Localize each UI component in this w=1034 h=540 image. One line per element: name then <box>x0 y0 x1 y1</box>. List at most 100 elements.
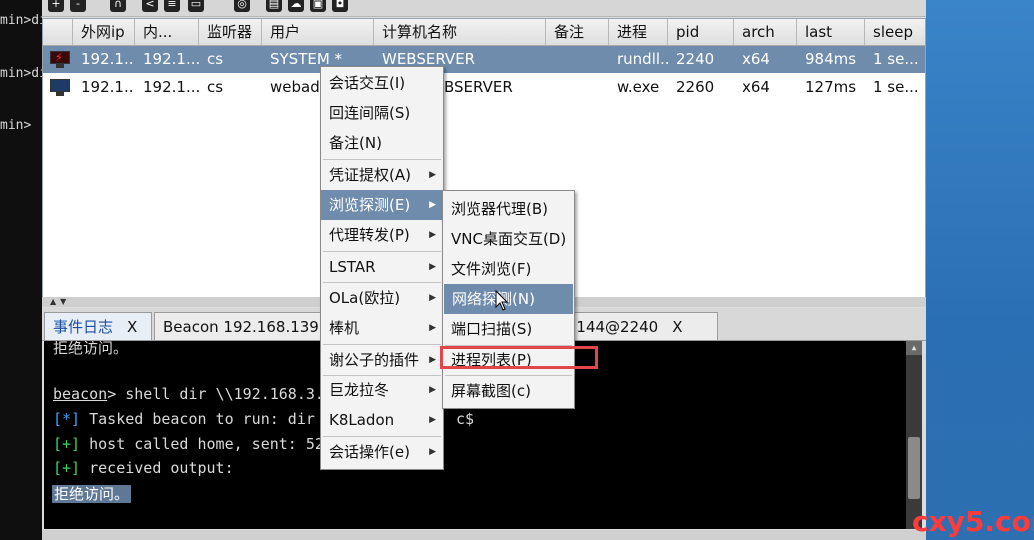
menu-item-vnc[interactable]: VNC桌面交互(D) <box>443 224 574 254</box>
menu-item-file-browser[interactable]: 文件浏览(F) <box>443 254 574 284</box>
console-scrollbar[interactable]: ▲ <box>906 341 922 529</box>
menu-item-access[interactable]: 凭证提权(A) ▶ <box>321 160 443 190</box>
menu-item-label: 会话操作(e) <box>329 443 410 461</box>
watermark: cxy5.com <box>912 505 1034 538</box>
submenu-arrow-icon: ▶ <box>429 447 436 457</box>
menu-item-label: 屏幕截图(c) <box>451 382 531 400</box>
mouse-cursor-icon <box>495 289 509 311</box>
tab-label: 事件日志 <box>53 318 114 336</box>
camera-icon[interactable]: ◘ <box>332 0 348 12</box>
column-header-last[interactable]: last <box>797 19 865 45</box>
monitor-icon[interactable]: ▭ <box>188 0 204 12</box>
share-icon[interactable]: < <box>142 0 158 12</box>
headphones-icon[interactable]: ∩ <box>110 0 126 12</box>
menu-item-explore[interactable]: 浏览探测(E) ▶ <box>321 190 443 220</box>
menu-item-k8ladon[interactable]: K8Ladon ▶ <box>321 405 443 435</box>
terminal-line: min>di <box>0 66 47 81</box>
cell-process: w.exe <box>617 78 660 96</box>
menu-item-label: 浏览器代理(B) <box>451 200 548 218</box>
menu-item-label: 网络探测(N) <box>452 290 535 308</box>
menu-item-sleep[interactable]: 回连间隔(S) <box>321 98 443 128</box>
submenu-arrow-icon: ▶ <box>429 385 436 395</box>
cell-listener: cs <box>207 78 224 96</box>
column-header-external-ip[interactable]: 外网ip <box>73 19 135 45</box>
cell-internal-ip: 192.1... <box>143 78 199 96</box>
line-text: Tasked beacon to run: dir \ <box>80 410 333 428</box>
submenu-arrow-icon: ▶ <box>429 355 436 365</box>
column-header-sleep[interactable]: sleep <box>865 19 925 45</box>
add-icon[interactable]: + <box>48 0 64 12</box>
session-context-menu: 会话交互(I) 回连间隔(S) 备注(N) 凭证提权(A) ▶ 浏览探测(E) ▶ … <box>320 66 444 470</box>
tab-event-log[interactable]: 事件日志 X <box>44 312 152 340</box>
menu-item-note[interactable]: 备注(N) <box>321 128 443 158</box>
submenu-arrow-icon: ▶ <box>429 170 436 180</box>
cell-internal-ip: 192.1... <box>143 50 199 68</box>
table-row[interactable]: ⚡ 192.1... 192.1... cs SYSTEM * WEBSERVE… <box>43 46 925 73</box>
cell-listener: cs <box>207 50 224 68</box>
menu-item-lstar[interactable]: LSTAR ▶ <box>321 252 443 282</box>
column-header-listener[interactable]: 监听器 <box>199 19 262 45</box>
menu-item-label: 谢公子的插件 <box>329 351 420 369</box>
globe-icon[interactable]: ◎ <box>234 0 250 12</box>
console-line: c$ <box>456 410 475 428</box>
cell-pid: 2240 <box>676 50 715 68</box>
menu-item-label: LSTAR <box>329 258 376 276</box>
menu-item-label: 巨龙拉冬 <box>329 381 390 399</box>
column-header-note[interactable]: 备注 <box>546 19 609 45</box>
column-header-icon[interactable] <box>43 19 73 45</box>
cell-sleep: 1 se... <box>873 50 919 68</box>
menu-item-bangji[interactable]: 棒机 ▶ <box>321 313 443 343</box>
cell-arch: x64 <box>742 50 770 68</box>
console-line: [+] received output: <box>53 459 234 477</box>
command-text: > shell dir \\192.168.3.3 <box>107 385 333 403</box>
column-header-process[interactable]: 进程 <box>609 19 668 45</box>
collapse-arrows-icon[interactable]: ▲▼ <box>50 297 70 306</box>
menu-item-screenshot[interactable]: 屏幕截图(c) <box>443 376 574 406</box>
column-header-user[interactable]: 用户 <box>262 19 374 45</box>
success-tag: [+] <box>53 459 81 477</box>
menu-item-port-scan[interactable]: 端口扫描(S) <box>443 314 574 344</box>
console-line: 拒绝访问。 <box>53 341 129 357</box>
list-icon[interactable]: ≡ <box>164 0 180 12</box>
remove-icon[interactable]: - <box>70 0 86 12</box>
scroll-up-icon[interactable]: ▲ <box>906 341 922 355</box>
console-line: [+] host called home, sent: 52 <box>53 435 324 453</box>
column-header-pid[interactable]: pid <box>668 19 734 45</box>
submenu-arrow-icon: ▶ <box>429 262 436 272</box>
menu-item-label: VNC桌面交互(D) <box>451 230 567 248</box>
menu-item-label: 代理转发(P) <box>329 226 410 244</box>
keyboard-icon[interactable]: ▤ <box>266 0 282 12</box>
menu-item-label: 端口扫描(S) <box>451 320 533 338</box>
save-icon[interactable]: ▣ <box>310 0 326 12</box>
menu-item-pivoting[interactable]: 代理转发(P) ▶ <box>321 220 443 250</box>
cell-note <box>546 46 609 73</box>
column-header-internal-ip[interactable]: 内... <box>135 19 199 45</box>
menu-item-label: 棒机 <box>329 319 360 337</box>
highlight-box <box>440 346 598 369</box>
close-icon[interactable]: X <box>672 318 682 336</box>
menu-item-xie-plugin[interactable]: 谢公子的插件 ▶ <box>321 345 443 375</box>
menu-item-session[interactable]: 会话操作(e) ▶ <box>321 437 443 467</box>
cell-pid: 2260 <box>676 78 715 96</box>
tab-label: Beacon 192.168.139. <box>163 318 324 336</box>
table-header: 外网ip 内... 监听器 用户 计算机名称 备注 进程 pid arch la… <box>43 19 925 46</box>
menu-item-browser-pivot[interactable]: 浏览器代理(B) <box>443 194 574 224</box>
status-bar <box>42 530 926 540</box>
column-header-arch[interactable]: arch <box>734 19 797 45</box>
line-text: received output: <box>80 459 234 477</box>
console-line: beacon> shell dir \\192.168.3.3 <box>53 385 333 403</box>
menu-item-ola[interactable]: OLa(欧拉) ▶ <box>321 283 443 313</box>
cloud-icon[interactable]: ☁ <box>288 0 304 12</box>
line-text: host called home, sent: 52 <box>80 435 324 453</box>
toolbar: + - ∩ < ≡ ▭ ◎ ▤ ☁ ▣ ◘ <box>42 0 926 17</box>
submenu-arrow-icon: ▶ <box>429 200 436 210</box>
close-icon[interactable]: X <box>127 318 137 336</box>
console-line: 拒绝访问。 <box>52 483 132 504</box>
column-header-computer[interactable]: 计算机名称 <box>374 19 546 45</box>
menu-item-ladon-dragon[interactable]: 巨龙拉冬 ▶ <box>321 375 443 405</box>
cell-process: rundll... <box>617 50 668 68</box>
table-row[interactable]: 192.1... 192.1... cs webadn BSERVER w.ex… <box>43 74 925 101</box>
menu-item-interact[interactable]: 会话交互(I) <box>321 68 443 98</box>
scroll-thumb[interactable] <box>908 437 920 499</box>
cell-external-ip: 192.1... <box>81 78 135 96</box>
